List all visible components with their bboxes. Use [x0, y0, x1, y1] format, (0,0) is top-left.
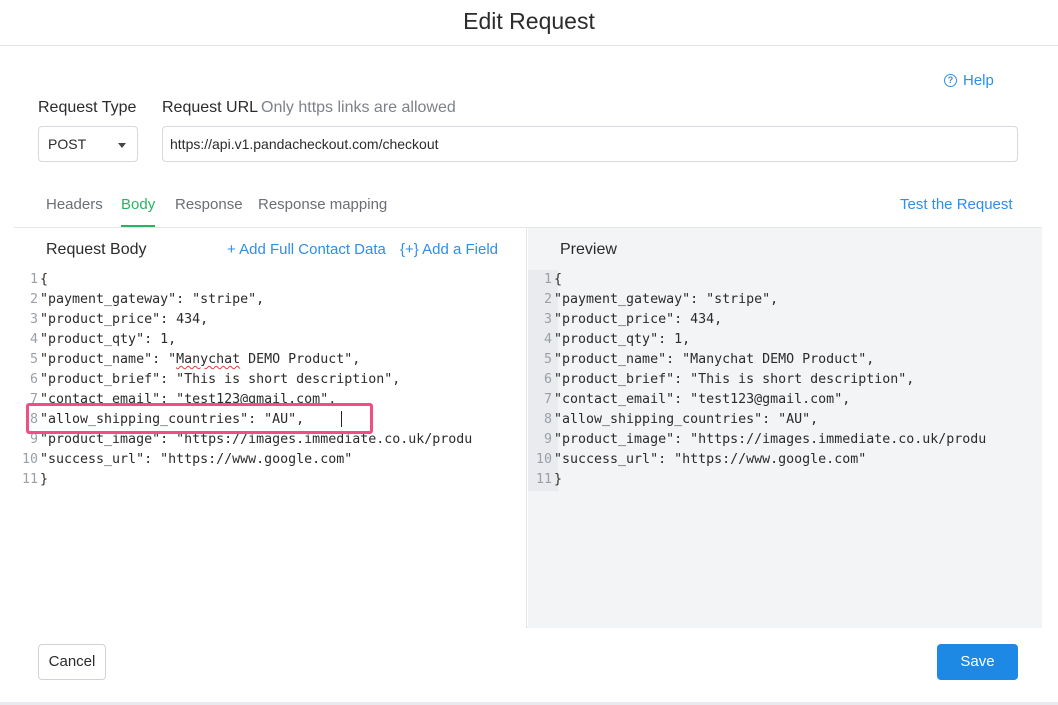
code-text: } [40, 472, 49, 487]
code-text: "success_url": "https://www.google.com" [554, 452, 867, 467]
line-number: 10 [21, 452, 38, 467]
body-code-line: 4 "product_qty": 1, [14, 330, 527, 350]
body-code-line: 10 "success_url": "https://www.google.com… [14, 450, 527, 470]
add-field-button[interactable]: {+} Add a Field [400, 241, 498, 258]
body-code-line: 3 "product_price": 434, [14, 310, 527, 330]
add-full-contact-data-button[interactable]: + Add Full Contact Data [227, 241, 386, 258]
code-text: } [554, 472, 563, 487]
line-number: 1 [543, 272, 552, 287]
help-circle-icon: ? [944, 74, 957, 87]
tab-bar: Headers Body Response Response mapping T… [0, 190, 1058, 227]
line-number: 2 [543, 292, 552, 307]
line-number: 4 [29, 332, 38, 347]
cancel-button[interactable]: Cancel [38, 644, 106, 680]
preview-code-line: 6 "product_brief": "This is short descrip… [528, 370, 986, 390]
preview-code-line: 7 "contact_email": "test123@gmail.com", [528, 390, 986, 410]
request-url-hint: Only https links are allowed [261, 99, 456, 116]
body-code-line: 1{ [14, 270, 527, 290]
code-text: "product_brief": "This is short descript… [40, 372, 401, 387]
preview-code-line: 4 "product_qty": 1, [528, 330, 986, 350]
code-text: "product_name": "Manychat DEMO Product", [40, 352, 361, 367]
save-button[interactable]: Save [937, 644, 1018, 680]
code-text: { [40, 272, 49, 287]
code-text: { [554, 272, 563, 287]
code-text: "contact_email": "test123@gmail.com", [40, 392, 337, 407]
line-number: 4 [543, 332, 552, 347]
line-number: 6 [543, 372, 552, 387]
code-text: "product_name": "Manychat DEMO Product", [554, 352, 875, 367]
line-number: 6 [29, 372, 38, 387]
preview-code-line: 9 "product_image": "https://images.immedi… [528, 430, 986, 450]
tab-response-mapping[interactable]: Response mapping [258, 196, 387, 227]
line-number: 2 [29, 292, 38, 307]
preview-code-line: 3 "product_price": 434, [528, 310, 986, 330]
code-text: "contact_email": "test123@gmail.com", [554, 392, 851, 407]
preview-code-line: 10 "success_url": "https://www.google.com… [528, 450, 986, 470]
preview-code: 1{2 "payment_gateway": "stripe", 3 "product… [528, 270, 986, 490]
text-cursor [341, 411, 342, 427]
body-code-line: 2 "payment_gateway": "stripe", [14, 290, 527, 310]
body-code-line: 6 "product_brief": "This is short descrip… [14, 370, 527, 390]
chevron-down-icon [118, 143, 126, 148]
preview-panel: Preview 1{2 "payment_gateway": "stripe", 3… [528, 228, 1042, 628]
test-request-link[interactable]: Test the Request [900, 196, 1013, 213]
code-text: "success_url": "https://www.google.com" [40, 452, 353, 467]
preview-code-line: 11} [528, 470, 986, 490]
code-text: "allow_shipping_countries": "AU", [40, 412, 305, 427]
line-number: 7 [29, 392, 38, 407]
request-body-panel: Request Body + Add Full Contact Data {+}… [14, 228, 527, 628]
code-text: "product_brief": "This is short descript… [554, 372, 915, 387]
request-body-title: Request Body [46, 241, 147, 258]
code-text: "allow_shipping_countries": "AU", [554, 412, 819, 427]
preview-code-line: 5 "product_name": "Manychat DEMO Product"… [528, 350, 986, 370]
request-body-editor[interactable]: 1{2 "payment_gateway": "stripe", 3 "product… [14, 270, 527, 490]
spellcheck-word: Manychat [176, 352, 241, 367]
dialog-title: Edit Request [463, 8, 595, 34]
tab-headers[interactable]: Headers [46, 196, 103, 227]
editor-area: Request Body + Add Full Contact Data {+}… [14, 227, 1042, 628]
code-text: "product_price": 434, [40, 312, 209, 327]
tab-body[interactable]: Body [121, 196, 156, 227]
help-link[interactable]: ? Help [944, 72, 994, 89]
body-code-line: 11} [14, 470, 527, 490]
code-text: "payment_gateway": "stripe", [554, 292, 779, 307]
line-number: 8 [543, 412, 552, 427]
help-label: Help [963, 72, 994, 89]
tab-response[interactable]: Response [175, 196, 243, 227]
preview-code-line: 1{ [528, 270, 986, 290]
dialog-header: Edit Request [0, 0, 1058, 46]
body-code-line: 5 "product_name": "Manychat DEMO Product"… [14, 350, 527, 370]
code-text: "payment_gateway": "stripe", [40, 292, 265, 307]
preview-code-line: 8 "allow_shipping_countries": "AU", [528, 410, 986, 430]
line-number: 8 [29, 412, 38, 427]
code-text: "product_image": "https://images.immedia… [40, 432, 473, 447]
preview-title: Preview [560, 241, 617, 258]
line-number: 10 [535, 452, 552, 467]
line-number: 3 [29, 312, 38, 327]
request-type-value: POST [48, 136, 87, 152]
body-code-line: 9 "product_image": "https://images.immedi… [14, 430, 527, 450]
line-number: 3 [543, 312, 552, 327]
request-type-label: Request Type [38, 99, 137, 116]
code-text: "product_qty": 1, [40, 332, 177, 347]
line-number: 5 [29, 352, 38, 367]
request-type-select[interactable]: POST [38, 126, 138, 162]
line-number: 7 [543, 392, 552, 407]
code-text: "product_price": 434, [554, 312, 723, 327]
request-url-input[interactable] [162, 126, 1018, 162]
line-number: 11 [21, 472, 38, 487]
line-number: 11 [535, 472, 552, 487]
line-number: 9 [29, 432, 38, 447]
line-number: 1 [29, 272, 38, 287]
line-number: 9 [543, 432, 552, 447]
body-code-line: 7 "contact_email": "test123@gmail.com", [14, 390, 527, 410]
request-url-label: Request URL [162, 99, 259, 116]
preview-code-line: 2 "payment_gateway": "stripe", [528, 290, 986, 310]
code-text: "product_image": "https://images.immedia… [554, 432, 987, 447]
body-code-line: 8 "allow_shipping_countries": "AU", [14, 410, 527, 430]
line-number: 5 [543, 352, 552, 367]
code-text: "product_qty": 1, [554, 332, 691, 347]
